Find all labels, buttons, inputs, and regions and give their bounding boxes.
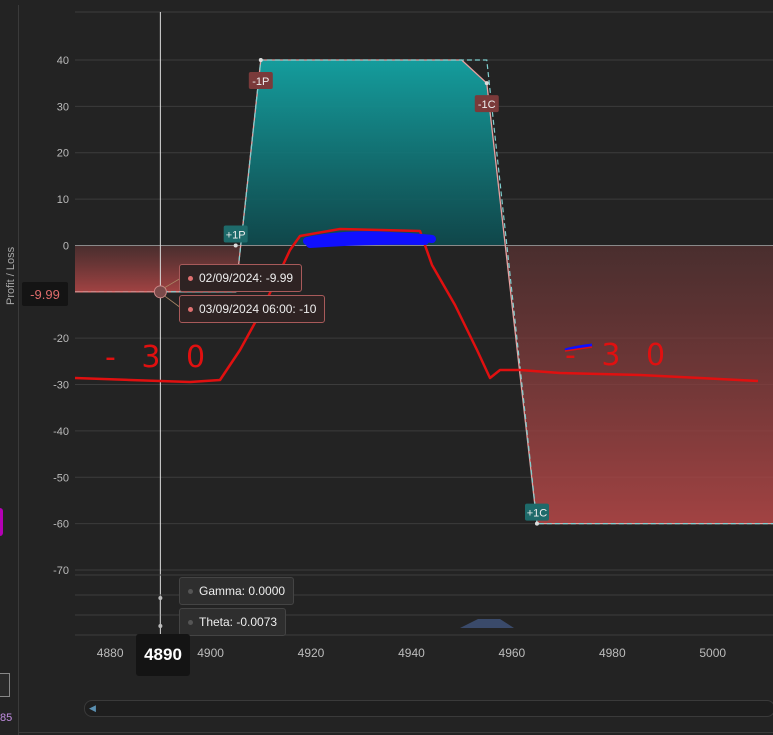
horizontal-scrollbar[interactable]: ◀ xyxy=(84,700,773,717)
theta-label: Theta: xyxy=(199,615,234,629)
marker-label: -1P xyxy=(252,76,269,88)
gamma-tooltip: Gamma: 0.0000 xyxy=(179,577,295,605)
payoff-chart-svg[interactable]: 40 30 20 10 0 -20 -30 -40 -50 -60 -70 -1P -1C +1P +1C 4… xyxy=(0,0,773,735)
y-tick-label: 10 xyxy=(57,194,69,206)
scroll-left-icon[interactable]: ◀ xyxy=(89,703,96,714)
annotation-text: - 3 0 xyxy=(105,340,213,375)
marker-point xyxy=(534,521,539,526)
annotation-scribble xyxy=(303,231,436,248)
bottom-frame xyxy=(18,732,773,733)
gamma-dot xyxy=(188,588,193,594)
x-tick-label: 5000 xyxy=(699,646,726,660)
marker-point xyxy=(258,58,263,62)
side-panel-button[interactable] xyxy=(0,508,3,536)
y-tick-label: -30 xyxy=(53,380,69,392)
tooltip-dot xyxy=(188,275,193,281)
y-tick-label: -20 xyxy=(53,333,69,345)
y-tick-label: -50 xyxy=(53,472,69,484)
x-tick-label: 4980 xyxy=(599,646,626,660)
y-tick-label: 20 xyxy=(57,148,69,160)
x-tick-label: 4880 xyxy=(97,646,124,660)
marker-point xyxy=(484,81,489,86)
x-tick-label: 4900 xyxy=(197,646,224,660)
annotation-text: - 3 0 xyxy=(565,338,673,373)
crosshair-y-label: -9.99 xyxy=(22,282,68,306)
x-tick-label: 4960 xyxy=(499,646,526,660)
marker-label: +1P xyxy=(226,229,246,241)
tooltip-projection: 03/09/2024 06:00: -10 xyxy=(179,295,326,323)
marker-point xyxy=(233,243,238,248)
y-tick-label: -70 xyxy=(53,565,69,577)
left-frame xyxy=(18,5,19,735)
tooltip-expiry-text: 02/09/2024: -9.99 xyxy=(199,271,294,285)
side-panel-value: 85 xyxy=(0,712,13,724)
x-tick-label: 4920 xyxy=(298,646,325,660)
y-tick-label: 30 xyxy=(57,101,69,113)
theta-tooltip: Theta: -0.0073 xyxy=(179,608,287,636)
theta-value: -0.0073 xyxy=(236,615,278,629)
tooltip-dot xyxy=(188,306,193,312)
y-tick-label: -40 xyxy=(53,426,69,438)
crosshair-x-label: 4890 xyxy=(136,634,190,676)
greeks-area xyxy=(460,619,514,628)
y-tick-label: -60 xyxy=(53,519,69,531)
marker-label: +1C xyxy=(527,508,548,520)
profit-area xyxy=(240,60,506,246)
marker-label: -1C xyxy=(478,99,496,111)
y-tick-label: 40 xyxy=(57,55,69,67)
loss-area-right xyxy=(505,245,773,524)
x-tick-label: 4940 xyxy=(398,646,425,660)
gamma-label: Gamma: xyxy=(199,584,246,598)
options-payoff-chart[interactable]: 40 30 20 10 0 -20 -30 -40 -50 -60 -70 -1P -1C +1P +1C 4… xyxy=(0,0,773,735)
tooltip-expiry: 02/09/2024: -9.99 xyxy=(179,264,303,292)
side-panel-toggle[interactable] xyxy=(0,673,10,697)
y-tick-label: 0 xyxy=(63,240,69,252)
tooltip-projection-text: 03/09/2024 06:00: -10 xyxy=(199,302,317,316)
gamma-value: 0.0000 xyxy=(248,584,286,598)
theta-dot xyxy=(188,619,193,625)
